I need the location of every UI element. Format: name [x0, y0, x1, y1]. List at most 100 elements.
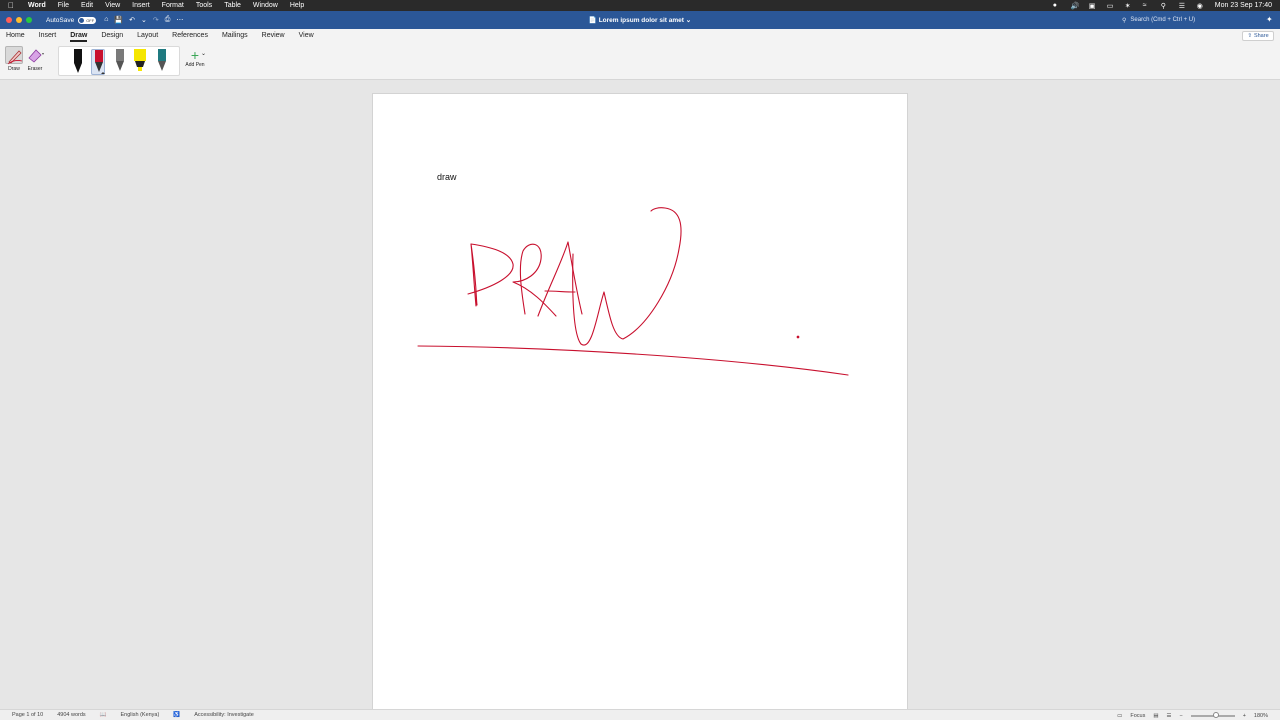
grey-pencil-icon — [116, 49, 124, 71]
ink-stroke-letter-w — [572, 207, 682, 346]
share-icon: ⇧ — [1247, 33, 1252, 39]
share-button[interactable]: ⇧ Share — [1242, 31, 1274, 41]
title-chevron-down-icon[interactable]: ⌄ — [686, 17, 691, 24]
red-pen-icon — [95, 50, 105, 74]
proofing-icon[interactable]: 📖 — [100, 712, 107, 718]
control-center-icon[interactable]: ☰ — [1179, 2, 1187, 10]
ink-drawing-canvas[interactable] — [373, 94, 909, 711]
draw-pencil-icon — [5, 46, 23, 65]
add-pen-chevron-down-icon[interactable]: ⌄ — [201, 50, 206, 57]
minimize-window-button[interactable] — [16, 17, 22, 23]
tab-home[interactable]: Home — [6, 29, 25, 42]
autosave-label: AutoSave — [46, 16, 75, 24]
siri-icon[interactable]: ◉ — [1197, 2, 1205, 10]
zoom-slider-knob[interactable] — [1213, 711, 1220, 718]
zoom-level[interactable]: 180% — [1254, 713, 1268, 719]
ink-stroke-letter-r — [512, 243, 557, 317]
web-layout-icon[interactable]: ☰ — [1167, 713, 1172, 719]
tab-references[interactable]: References — [172, 29, 208, 42]
draw-tool-label: Draw — [8, 66, 20, 72]
document-title-wrap: 📄 Lorem ipsum dolor sit amet ⌄ — [0, 16, 1280, 24]
undo-icon[interactable]: ↶ — [129, 16, 135, 24]
menu-format[interactable]: Format — [162, 2, 184, 9]
document-icon: 📄 — [588, 17, 597, 24]
status-bar-right: ▭ Focus ▤ ☰ − + 180% — [1117, 710, 1268, 720]
ink-stroke-letter-a — [537, 241, 583, 317]
save-icon[interactable]: 💾 — [114, 16, 123, 24]
focus-icon[interactable]: ▭ — [1117, 713, 1122, 719]
apple-menu-icon[interactable]:  — [8, 1, 18, 10]
draw-ribbon: Draw Eraser + Add Pen ⌄ — [0, 42, 1280, 80]
tab-layout[interactable]: Layout — [137, 29, 158, 42]
add-pen-label: Add Pen — [185, 62, 205, 68]
black-pen-button[interactable] — [71, 49, 85, 75]
focus-button[interactable]: Focus — [1130, 713, 1145, 719]
copilot-icon[interactable]: ✦ — [1266, 15, 1273, 24]
eraser-tool-button[interactable]: Eraser — [25, 46, 45, 72]
menu-insert[interactable]: Insert — [132, 2, 150, 9]
home-icon[interactable]: ⌂ — [104, 16, 108, 24]
menu-app-word[interactable]: Word — [28, 2, 46, 9]
zoom-slider[interactable] — [1190, 711, 1235, 718]
ink-stroke-letter-p-stem — [470, 243, 478, 307]
zoom-out-icon[interactable]: − — [1179, 713, 1182, 719]
volume-icon[interactable]: 🔊 — [1071, 2, 1080, 10]
macos-menu-bar:  Word File Edit View Insert Format Tool… — [0, 0, 1280, 11]
window-title-bar: AutoSave OFF ⌂ 💾 ↶ ⌄ ↷ ⎙ ⋯ 📄 Lorem ipsum… — [0, 11, 1280, 29]
wifi-icon[interactable]: ≈ — [1143, 2, 1151, 9]
redo-icon[interactable]: ↷ — [153, 16, 159, 24]
undo-dropdown-icon[interactable]: ⌄ — [141, 16, 147, 24]
draw-tool-button[interactable]: Draw — [4, 46, 24, 72]
black-pen-icon — [74, 49, 82, 73]
yellow-highlighter-icon — [134, 49, 146, 71]
autosave-control[interactable]: AutoSave OFF — [46, 16, 97, 24]
bluetooth-icon[interactable]: ✶ — [1125, 2, 1133, 10]
zoom-window-button[interactable] — [26, 17, 32, 23]
language-indicator[interactable]: English (Kenya) — [121, 712, 160, 718]
display-icon[interactable]: ▣ — [1089, 2, 1097, 10]
tab-mailings[interactable]: Mailings — [222, 29, 248, 42]
page-count[interactable]: Page 1 of 10 — [12, 712, 43, 718]
menubar-clock[interactable]: Mon 23 Sep 17:40 — [1215, 2, 1272, 9]
record-icon[interactable]: ● — [1053, 2, 1061, 9]
status-bar: Page 1 of 10 4904 words 📖 English (Kenya… — [0, 709, 1280, 720]
tab-insert[interactable]: Insert — [39, 29, 57, 42]
spotlight-search-icon[interactable]: ⚲ — [1161, 2, 1169, 10]
close-window-button[interactable] — [6, 17, 12, 23]
tab-review[interactable]: Review — [262, 29, 285, 42]
print-layout-icon[interactable]: ▤ — [1153, 713, 1158, 719]
eraser-tool-label: Eraser — [27, 66, 43, 72]
menu-table[interactable]: Table — [224, 2, 241, 9]
menu-tools[interactable]: Tools — [196, 2, 212, 9]
grey-pencil-button[interactable] — [113, 49, 127, 75]
tab-design[interactable]: Design — [101, 29, 123, 42]
autosave-state: OFF — [86, 17, 95, 23]
autosave-toggle[interactable]: OFF — [78, 16, 97, 24]
ink-stroke-underline — [417, 345, 849, 376]
word-count[interactable]: 4904 words — [57, 712, 85, 718]
print-icon[interactable]: ⎙ — [165, 16, 171, 24]
menu-file[interactable]: File — [58, 2, 69, 9]
tab-view[interactable]: View — [299, 29, 314, 42]
document-page[interactable]: draw — [372, 93, 908, 710]
quick-access-toolbar: ⌂ 💾 ↶ ⌄ ↷ ⎙ ⋯ — [104, 16, 183, 24]
red-pen-button[interactable] — [91, 49, 105, 75]
search-icon: ⚲ — [1122, 17, 1127, 24]
menu-edit[interactable]: Edit — [81, 2, 93, 9]
document-title[interactable]: Lorem ipsum dolor sit amet — [599, 17, 684, 24]
yellow-highlighter-button[interactable] — [133, 49, 147, 75]
share-label: Share — [1253, 33, 1269, 39]
menu-window[interactable]: Window — [253, 2, 278, 9]
more-commands-icon[interactable]: ⋯ — [176, 16, 183, 24]
search-box[interactable]: ⚲ Search (Cmd + Ctrl + U) — [1122, 14, 1262, 26]
teal-pen-button[interactable] — [155, 49, 169, 75]
accessibility-status[interactable]: Accessibility: Investigate — [194, 712, 254, 718]
zoom-in-icon[interactable]: + — [1243, 713, 1246, 719]
window-controls — [6, 17, 32, 23]
ribbon-tabs: Home Insert Draw Design Layout Reference… — [0, 29, 1280, 42]
battery-icon[interactable]: ▭ — [1107, 2, 1115, 10]
menu-help[interactable]: Help — [290, 2, 304, 9]
menu-view[interactable]: View — [105, 2, 120, 9]
search-placeholder: Search (Cmd + Ctrl + U) — [1130, 17, 1196, 23]
tab-draw[interactable]: Draw — [70, 29, 88, 42]
